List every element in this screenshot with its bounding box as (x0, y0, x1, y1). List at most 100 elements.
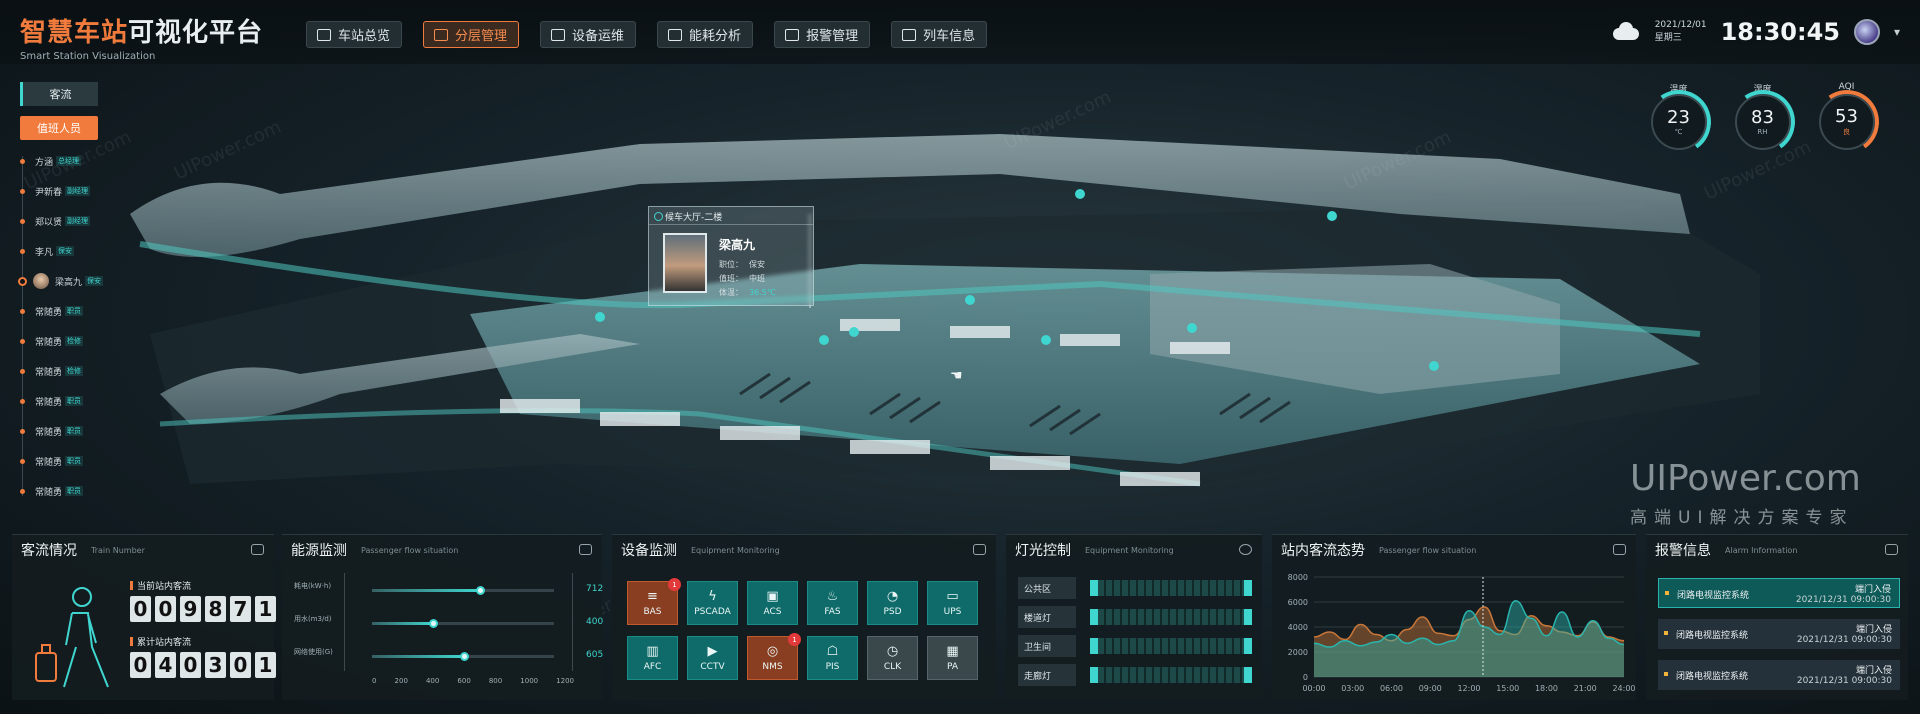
light-zone-row[interactable]: 卫生间 (1018, 635, 1254, 657)
alarm-time: 2021/12/31 09:00:30 (1795, 595, 1891, 605)
staff-name: 常随勇 (35, 397, 63, 408)
users-icon[interactable] (1613, 544, 1626, 555)
panel-light-control: 灯光控制 Equipment Monitoring 公共区 楼道灯 卫生间 走廊灯 (1006, 534, 1262, 700)
staff-role-badge: 职员 (65, 486, 84, 496)
users-icon[interactable] (579, 544, 592, 555)
staff-name: 尹新春 (35, 187, 63, 198)
equipment-label: PSCADA (694, 607, 731, 617)
staff-dot (20, 398, 25, 404)
energy-knob[interactable] (428, 619, 438, 628)
energy-knob[interactable] (475, 586, 485, 595)
equipment-tile-nms[interactable]: ◎ NMS 1 (747, 633, 801, 680)
staff-photo (663, 233, 707, 293)
energy-value: 605 (586, 650, 604, 660)
alarm-row[interactable]: 闭路电视监控系统 端门入侵 2021/12/31 09:00:30 (1658, 619, 1900, 649)
alarm-time: 2021/12/31 09:00:30 (1796, 676, 1892, 686)
staff-dot (20, 488, 25, 494)
light-level-bar[interactable] (1090, 580, 1252, 596)
door-icon: ▣ (766, 589, 779, 604)
chevron-down-icon[interactable]: ▾ (1894, 25, 1900, 39)
current-flow: 当前站内客流 009871 (130, 579, 276, 622)
staff-name: 梁高九 (719, 238, 756, 252)
watermark-tagline: 高端UI解决方案专家 (1630, 508, 1854, 528)
equipment-tile-psd[interactable]: ◔ PSD (867, 581, 918, 625)
equipment-tile-cctv[interactable]: ▶ CCTV (687, 636, 738, 680)
light-zone-label: 楼道灯 (1018, 606, 1076, 628)
tree-line (22, 156, 23, 496)
equipment-tile-fas[interactable]: ♨ FAS (807, 581, 858, 625)
tab-passenger-flow[interactable]: 客流 (20, 82, 98, 106)
staff-item[interactable]: 常随勇 职员 (20, 484, 84, 498)
nav-alarm[interactable]: 报警管理 (774, 21, 871, 48)
staff-item[interactable]: 李凡 保安 (20, 244, 75, 258)
staff-item[interactable]: 常随勇 职员 (20, 394, 84, 408)
staff-name: 常随勇 (35, 337, 63, 348)
light-level-bar[interactable] (1090, 667, 1252, 683)
equipment-grid: ≡ BAS 1 ϟ PSCADA ▣ ACS ♨ FAS ◔ PSD ▭ UPS ▥ AFC ▶ CCTV ◎ NM… (627, 578, 978, 680)
gauge-value: 53 (1835, 106, 1858, 127)
robot-icon[interactable] (1239, 544, 1252, 555)
nav-train-info[interactable]: 列车信息 (891, 21, 988, 48)
alarm-row[interactable]: 闭路电视监控系统 端门入侵 2021/12/31 09:00:30 (1658, 660, 1900, 690)
nav-energy[interactable]: 能耗分析 (657, 21, 754, 48)
staff-item[interactable]: 常随勇 检修 (20, 334, 84, 348)
brand: 智慧车站可视化平台 Smart Station Visualization (20, 12, 263, 62)
staff-role-badge: 副经理 (65, 186, 91, 196)
staff-name: 常随勇 (35, 457, 63, 468)
axis-tick-label: 200 (394, 677, 408, 685)
light-zone-row[interactable]: 走廊灯 (1018, 664, 1254, 686)
staff-item[interactable]: 常随勇 职员 (20, 454, 84, 468)
tab-duty-staff[interactable]: 值班人员 (20, 116, 98, 140)
staff-item[interactable]: 常随勇 职员 (20, 424, 84, 438)
staff-dot (20, 458, 25, 464)
equipment-label: CLK (883, 662, 902, 672)
staff-item[interactable]: 常随勇 检修 (20, 364, 84, 378)
user-avatar[interactable] (1853, 19, 1880, 45)
energy-track (372, 652, 554, 661)
light-level-bar[interactable] (1090, 638, 1252, 654)
staff-item[interactable]: 方涵 总经理 (20, 154, 82, 168)
environment-gauges: 温度 23℃ 湿度 83RH AQI 53良 (1646, 82, 1879, 150)
equipment-tile-pis[interactable]: ☖ PIS (807, 636, 858, 680)
train-icon[interactable] (251, 544, 264, 555)
light-level-bar[interactable] (1090, 609, 1252, 625)
bolt-icon: ϟ (708, 589, 717, 604)
energy-fill (372, 589, 480, 592)
alarm-row[interactable]: 闭路电视监控系统 端门入侵 2021/12/31 09:00:30 (1658, 578, 1900, 608)
temperature-gauge: 温度 23℃ (1646, 82, 1711, 150)
staff-role-badge: 保安 (85, 276, 104, 286)
nav-overview[interactable]: 车站总览 (306, 21, 403, 48)
siren-icon[interactable] (1885, 544, 1898, 555)
staff-item[interactable]: 常随勇 职员 (20, 304, 84, 318)
staff-item[interactable]: 郑以贤 副经理 (20, 214, 91, 228)
nav-layer-management[interactable]: 分层管理 (423, 21, 520, 48)
alarm-type: 端门入侵 (1854, 585, 1891, 595)
total-flow-label: 累计站内客流 (130, 635, 276, 648)
panel-header: 站内客流态势 Passenger flow situation (1272, 535, 1636, 565)
server-icon (551, 28, 566, 41)
equipment-tile-pa[interactable]: ▦ PA (927, 636, 978, 680)
staff-temperature: 体温： 36.5℃ (719, 288, 776, 297)
equipment-tile-afc[interactable]: ▥ AFC (627, 636, 678, 680)
digit: 4 (155, 652, 176, 678)
equipment-label: PSD (883, 607, 902, 617)
axis-tick-label: 1200 (556, 677, 574, 685)
staff-popup-card[interactable]: 候车大厅-二楼 梁高九 职位： 保安 值班： 中班 体温： 36.5℃ (648, 206, 814, 306)
equipment-tile-clk[interactable]: ◷ CLK (867, 636, 918, 680)
app-subtitle: Smart Station Visualization (20, 51, 156, 62)
equipment-tile-pscada[interactable]: ϟ PSCADA (687, 581, 738, 625)
staff-role-badge: 职员 (65, 456, 84, 466)
staff-item[interactable]: 梁高九 保安 (18, 273, 104, 289)
equipment-tile-acs[interactable]: ▣ ACS (747, 581, 798, 625)
light-zone-row[interactable]: 楼道灯 (1018, 606, 1254, 628)
server-icon[interactable] (973, 544, 986, 555)
nav-device-ops[interactable]: 设备运维 (540, 21, 637, 48)
energy-knob[interactable] (459, 652, 469, 661)
equipment-tile-bas[interactable]: ≡ BAS 1 (627, 578, 681, 625)
digit: 0 (130, 596, 151, 622)
equipment-tile-ups[interactable]: ▭ UPS (927, 581, 978, 625)
light-zone-row[interactable]: 公共区 (1018, 577, 1254, 599)
staff-role-badge: 检修 (65, 366, 84, 376)
energy-label: 用水(m3/d) (294, 615, 332, 623)
staff-item[interactable]: 尹新春 副经理 (20, 184, 91, 198)
